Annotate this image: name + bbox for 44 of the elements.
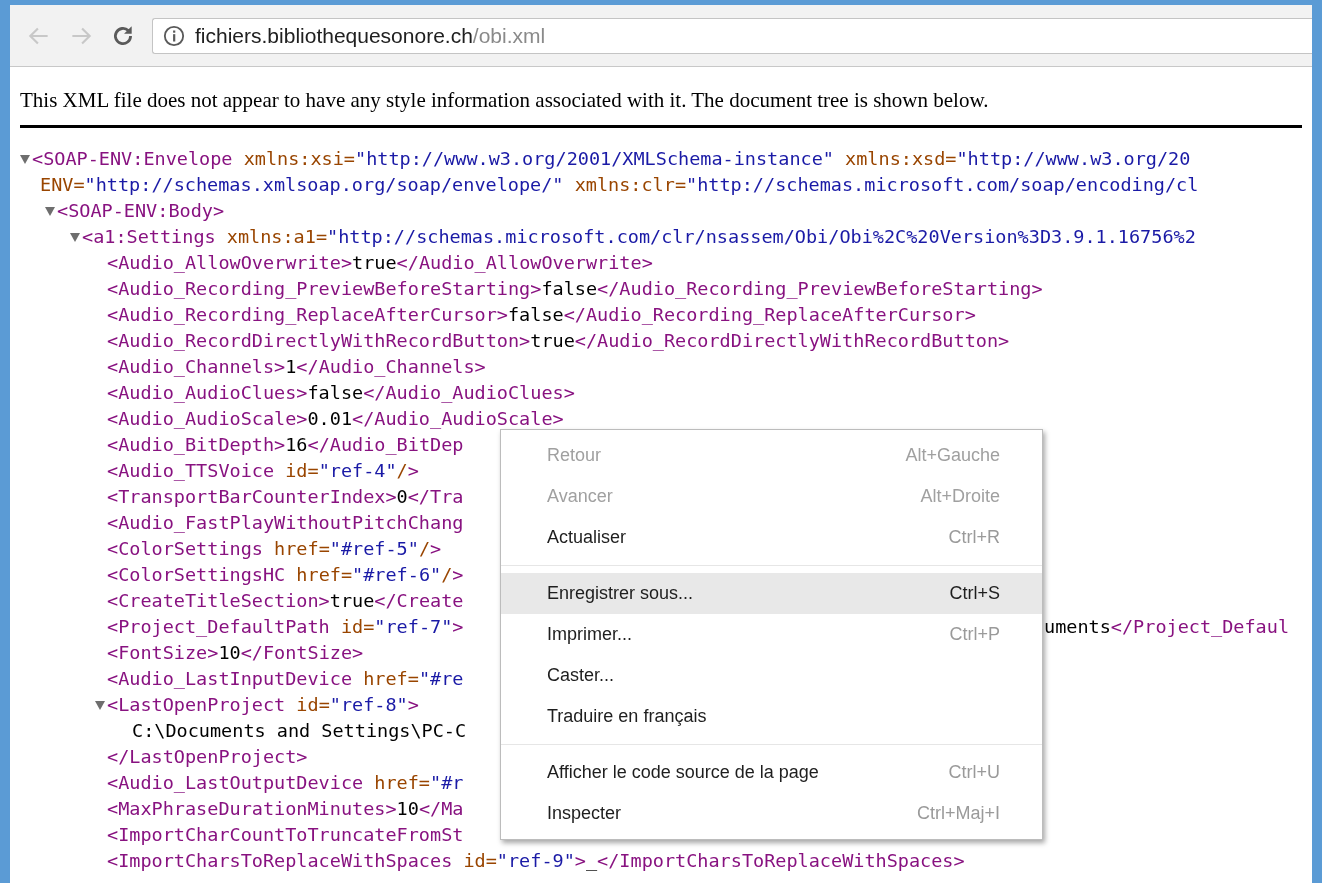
menu-item[interactable]: Caster...: [501, 655, 1042, 696]
expand-triangle-icon[interactable]: [95, 699, 105, 710]
url-text: fichiers.bibliothequesonore.ch/obi.xml: [195, 22, 546, 49]
expand-triangle-icon[interactable]: [20, 153, 30, 164]
expand-triangle-icon[interactable]: [70, 231, 80, 242]
menu-item[interactable]: Actualiser Ctrl+R: [501, 517, 1042, 558]
xml-line: <Audio_Recording_ReplaceAfterCursor>false</Audio_Recording_ReplaceAfterCursor>: [107, 302, 976, 327]
menu-item[interactable]: Inspecter Ctrl+Maj+I: [501, 793, 1042, 834]
xml-line: <Audio_FastPlayWithoutPitchChang: [107, 510, 464, 535]
xml-line: C:\Documents and Settings\PC-C: [132, 718, 467, 743]
xml-line: <Audio_Recording_PreviewBeforeStarting>false</Audio_Recording_PreviewBeforeStarting>: [107, 276, 1043, 301]
xml-line: <Project_DefaultPath id="ref-7">: [107, 614, 464, 639]
xml-line: uments</Project_Defaul: [1044, 614, 1290, 639]
xml-line: <Audio_LastInputDevice href="#re: [107, 666, 464, 691]
xml-line: <MaxPhraseDurationMinutes>10</Ma: [107, 796, 464, 821]
xml-line: <Audio_RecordDirectlyWithRecordButton>true</Audio_RecordDirectlyWithRecordButton>: [107, 328, 1010, 353]
xml-line: <Audio_AllowOverwrite>true</Audio_AllowOverwrite>: [107, 250, 653, 275]
xml-line: <a1:Settings xmlns:a1="http://schemas.microsoft.com/clr/nsassem/Obi/Obi%2C%20Version%3D3.9.1.16756%2: [82, 224, 1196, 249]
xml-line: <SOAP-ENV:Body>: [57, 198, 225, 223]
xml-line: <Audio_AudioClues>false</Audio_AudioClues>: [107, 380, 575, 405]
menu-item[interactable]: Afficher le code source de la page Ctrl+U: [501, 752, 1042, 793]
xml-line: ENV="http://schemas.xmlsoap.org/soap/envelope/" xmlns:clr="http://schemas.microsoft.com/soap/encoding/cl: [40, 172, 1199, 197]
menu-item[interactable]: Imprimer... Ctrl+P: [501, 614, 1042, 655]
xml-line: <ImportCharCountToTruncateFromSt: [107, 822, 464, 847]
xml-line: <TransportBarCounterIndex>0</Tra: [107, 484, 464, 509]
xml-line: <SOAP-ENV:Envelope xmlns:xsi="http://www.w3.org/2001/XMLSchema-instance" xmlns:xsd="http://www.w3.org/20: [32, 146, 1191, 171]
xml-style-notice: This XML file does not appear to have any style information associated with it. The document tree is shown below.: [20, 87, 990, 114]
xml-line: <Audio_Channels>1</Audio_Channels>: [107, 354, 486, 379]
menu-item[interactable]: Enregistrer sous... Ctrl+S: [501, 573, 1042, 614]
expand-triangle-icon[interactable]: [45, 205, 55, 216]
menu-item[interactable]: Traduire en français: [501, 696, 1042, 737]
info-icon[interactable]: [163, 24, 185, 47]
xml-line: <FontSize>10</FontSize>: [107, 640, 364, 665]
xml-line: <ImportCharsToReplaceWithSpaces id="ref-9">_</ImportCharsToReplaceWithSpaces>: [107, 848, 965, 873]
address-bar[interactable]: fichiers.bibliothequesonore.ch/obi.xml: [152, 17, 1312, 54]
xml-line: <CreateTitleSection>true</Create: [107, 588, 464, 613]
xml-line: <Audio_AudioScale>0.01</Audio_AudioScale>: [107, 406, 564, 431]
xml-line: <Audio_BitDepth>16</Audio_BitDep: [107, 432, 464, 457]
xml-line: <Audio_TTSVoice id="ref-4"/>: [107, 458, 419, 483]
xml-line: </LastOpenProject>: [107, 744, 308, 769]
xml-line: <LastOpenProject id="ref-8">: [107, 692, 419, 717]
xml-line: <ColorSettings href="#ref-5"/>: [107, 536, 442, 561]
xml-line: <ColorSettingsHC href="#ref-6"/>: [107, 562, 464, 587]
xml-line: <Audio_LastOutputDevice href="#r: [107, 770, 464, 795]
